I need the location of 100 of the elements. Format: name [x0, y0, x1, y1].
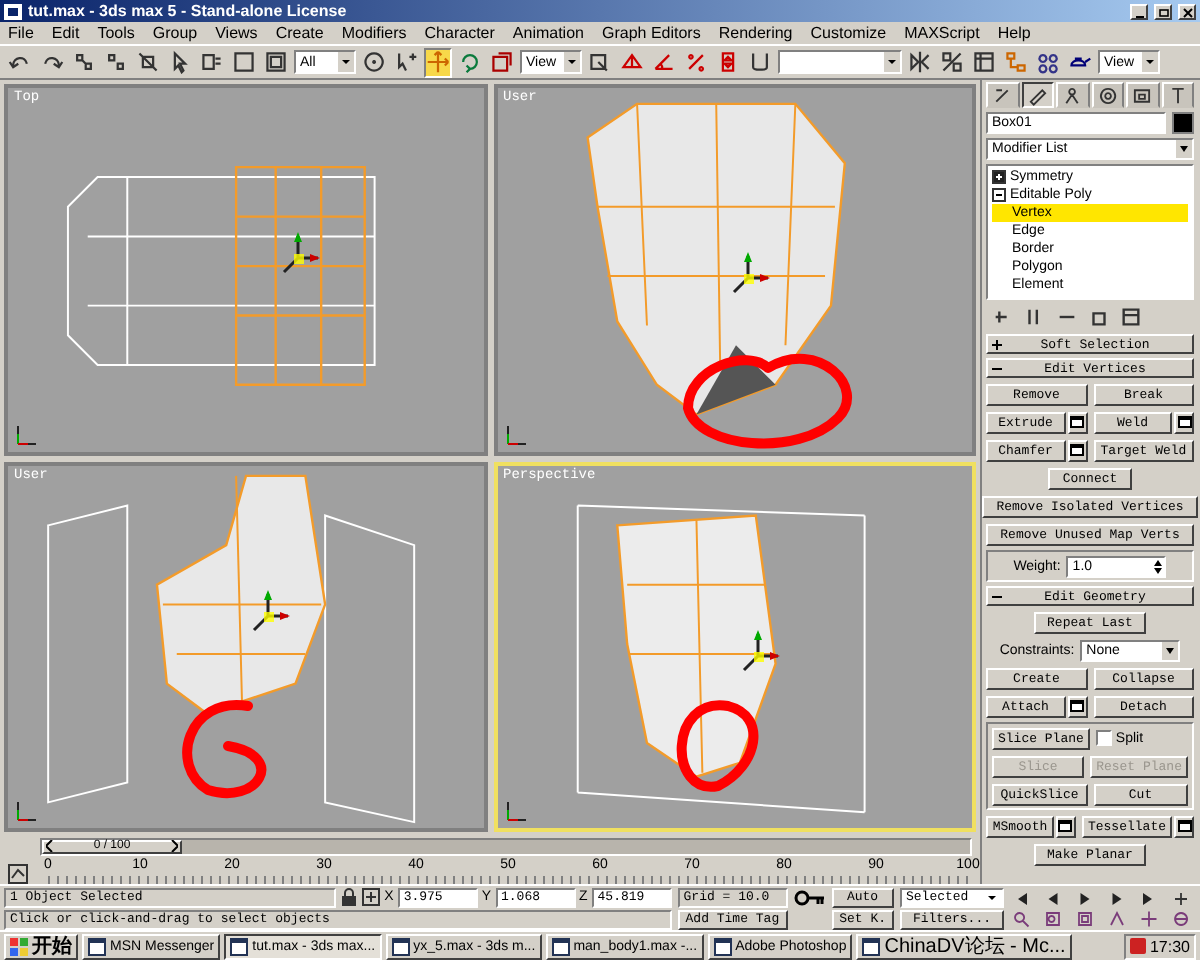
panel-tab[interactable]: [1021, 82, 1054, 108]
scale-icon: [490, 50, 514, 74]
settings-button[interactable]: [1067, 411, 1087, 433]
pivot-icon: [588, 50, 612, 74]
close-icon: [1180, 5, 1194, 17]
axis-tripod-icon: [14, 798, 38, 822]
previous-frame-icon: [46, 840, 54, 852]
app-window-icon: [391, 937, 410, 955]
named-selection-icon: [748, 50, 772, 74]
menu-item[interactable]: Create: [275, 23, 324, 43]
snap-icon: [620, 50, 644, 74]
windows-flag-icon: [10, 937, 28, 955]
minus-icon: [992, 591, 1002, 601]
menu-item[interactable]: Edit: [51, 23, 80, 43]
key-mode-icon[interactable]: [1170, 889, 1192, 907]
circle-target-button[interactable]: [360, 47, 388, 77]
mirror-icon: [908, 50, 932, 74]
zoom-icon[interactable]: [1010, 909, 1032, 927]
menu-item[interactable]: File: [8, 23, 34, 43]
percent-snap-icon: [684, 50, 708, 74]
settings-window-icon: [1177, 416, 1191, 428]
rectangle-region-button[interactable]: [230, 47, 258, 77]
settings-button[interactable]: [1055, 815, 1076, 837]
menu-item[interactable]: Customize: [810, 23, 887, 43]
object-color-swatch[interactable]: [1172, 112, 1194, 134]
key-icon[interactable]: [793, 888, 826, 908]
window-crossing-button[interactable]: [262, 47, 290, 77]
window-crossing-icon: [264, 50, 288, 74]
restore-button[interactable]: [1154, 3, 1172, 19]
menu-item[interactable]: Rendering: [718, 23, 793, 43]
close-button[interactable]: [1178, 3, 1196, 19]
minus-icon: [992, 363, 1002, 373]
menu-item[interactable]: Group: [152, 23, 198, 43]
settings-window-icon: [1177, 820, 1191, 832]
modify-tab-icon: [1027, 85, 1048, 105]
align-button[interactable]: [938, 47, 966, 77]
field-of-view-icon[interactable]: [1106, 909, 1128, 927]
spinner-arrows-icon: [1152, 557, 1165, 575]
absolute-mode-icon[interactable]: [362, 888, 381, 906]
move-button[interactable]: [424, 47, 452, 77]
window-title: tut.max - 3ds max 5 - Stand-alone License: [28, 1, 349, 21]
track-view-icon: [972, 50, 996, 74]
app-window-icon: [862, 937, 881, 955]
select-by-name-icon: [200, 50, 224, 74]
select-arrow-icon: [168, 50, 192, 74]
menu-item[interactable]: Modifiers: [341, 23, 407, 43]
pan-icon[interactable]: [1138, 909, 1160, 927]
start-button[interactable]: 开始: [4, 933, 78, 959]
bind-icon: [136, 50, 160, 74]
split-checkbox[interactable]: [1095, 730, 1112, 746]
arc-rotate-icon[interactable]: [1170, 909, 1192, 927]
clock: 17:30: [1149, 937, 1190, 955]
axis-tripod-icon: [503, 798, 527, 822]
lock-icon[interactable]: [340, 888, 359, 906]
expand-toggle-icon[interactable]: [992, 170, 1006, 184]
configure-sets-icon[interactable]: [1120, 306, 1142, 328]
zoom-extents-icon[interactable]: [1074, 909, 1096, 927]
menu-item[interactable]: Tools: [97, 23, 135, 43]
settings-window-icon: [1070, 700, 1084, 712]
settings-window-icon: [1070, 416, 1084, 428]
link-icon: [72, 50, 96, 74]
bind-button[interactable]: [134, 47, 162, 77]
dropdown-arrow-icon: [1162, 641, 1179, 659]
plus-icon: [992, 339, 1002, 349]
menu-item[interactable]: Animation: [512, 23, 584, 43]
menu-item[interactable]: Character: [424, 23, 495, 43]
schematic-icon: [1004, 50, 1028, 74]
cursor-button[interactable]: [392, 47, 420, 77]
axis-tripod-icon: [14, 421, 38, 445]
zoom-all-icon[interactable]: [1042, 909, 1064, 927]
remove-modifier-icon[interactable]: [1088, 306, 1110, 328]
settings-button[interactable]: [1174, 411, 1194, 433]
display-tab-icon: [1132, 85, 1153, 105]
app-window-icon: [88, 937, 106, 955]
app-window-icon: [713, 937, 732, 955]
app-logo-icon: [4, 3, 22, 19]
settings-window-icon: [1070, 444, 1084, 456]
tray-icon: [1129, 938, 1146, 954]
menu-item[interactable]: Help: [997, 23, 1031, 43]
cursor-icon: [394, 50, 418, 74]
track-view-button[interactable]: [970, 47, 998, 77]
menu-item[interactable]: MAXScript: [904, 23, 980, 43]
axis-tripod-icon: [503, 421, 527, 445]
named-selection-button[interactable]: [746, 47, 774, 77]
scale-button[interactable]: [488, 47, 516, 77]
settings-button[interactable]: [1067, 439, 1087, 461]
settings-button[interactable]: [1067, 695, 1087, 717]
collapse-toggle-icon[interactable]: [992, 188, 1006, 202]
app-window-icon: [551, 937, 570, 955]
taskbar-button[interactable]: ChinaDV论坛 - Mc...: [856, 933, 1072, 959]
mirror-button[interactable]: [906, 47, 934, 77]
circle-target-icon: [362, 50, 386, 74]
dropdown[interactable]: [778, 50, 902, 74]
dropdown-arrow-icon: [1176, 140, 1192, 158]
align-icon: [940, 50, 964, 74]
menu-item[interactable]: Views: [215, 23, 258, 43]
settings-button[interactable]: [1174, 815, 1194, 837]
curve-editor-toggle-icon: [8, 864, 28, 884]
minimize-button[interactable]: [1130, 3, 1148, 19]
menu-item[interactable]: Graph Editors: [601, 23, 701, 43]
